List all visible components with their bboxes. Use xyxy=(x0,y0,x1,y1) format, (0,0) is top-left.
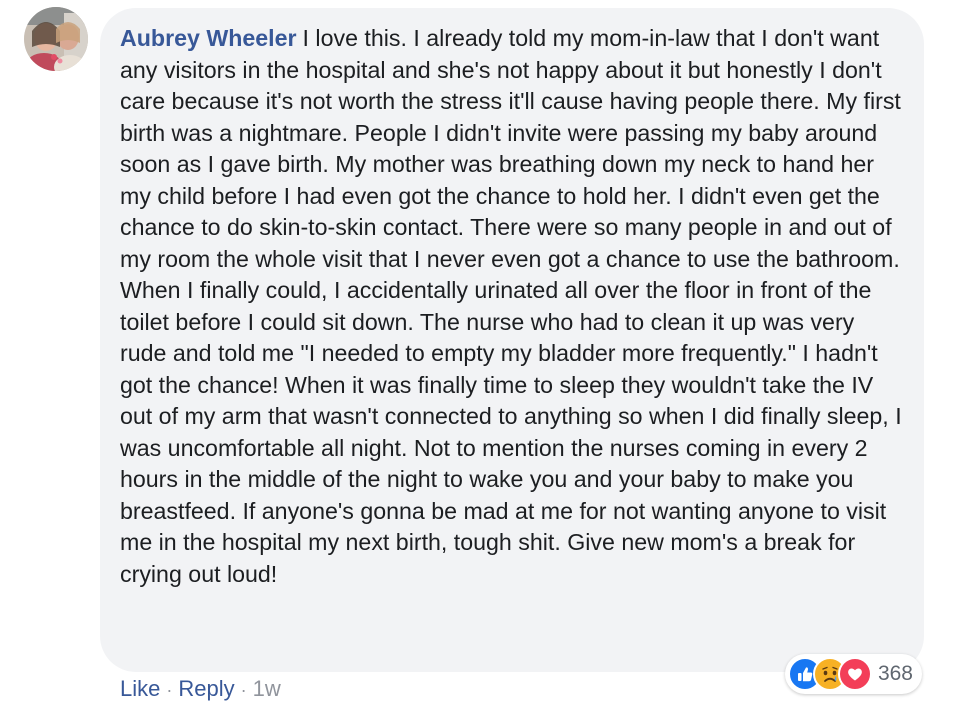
action-separator: · xyxy=(240,680,247,700)
author-name-link[interactable]: Aubrey Wheeler xyxy=(120,25,297,51)
comment-bubble: Aubrey Wheeler I love this. I already tol… xyxy=(100,8,924,672)
reaction-icons xyxy=(787,657,872,691)
comment-body: Aubrey Wheeler I love this. I already tol… xyxy=(120,23,906,590)
reactions-summary[interactable]: 368 xyxy=(784,654,922,694)
avatar[interactable] xyxy=(24,7,88,71)
avatar-photo xyxy=(24,7,88,71)
comment: Aubrey Wheeler I love this. I already tol… xyxy=(0,0,980,710)
reaction-count: 368 xyxy=(877,662,913,685)
comment-actions: Like · Reply · 1w xyxy=(120,676,281,702)
reply-link[interactable]: Reply xyxy=(178,676,234,702)
like-link[interactable]: Like xyxy=(120,676,160,702)
timestamp-link[interactable]: 1w xyxy=(253,676,281,702)
action-separator: · xyxy=(166,680,173,700)
love-icon xyxy=(837,657,872,691)
comment-text: I love this. I already told my mom-in-la… xyxy=(120,25,902,587)
